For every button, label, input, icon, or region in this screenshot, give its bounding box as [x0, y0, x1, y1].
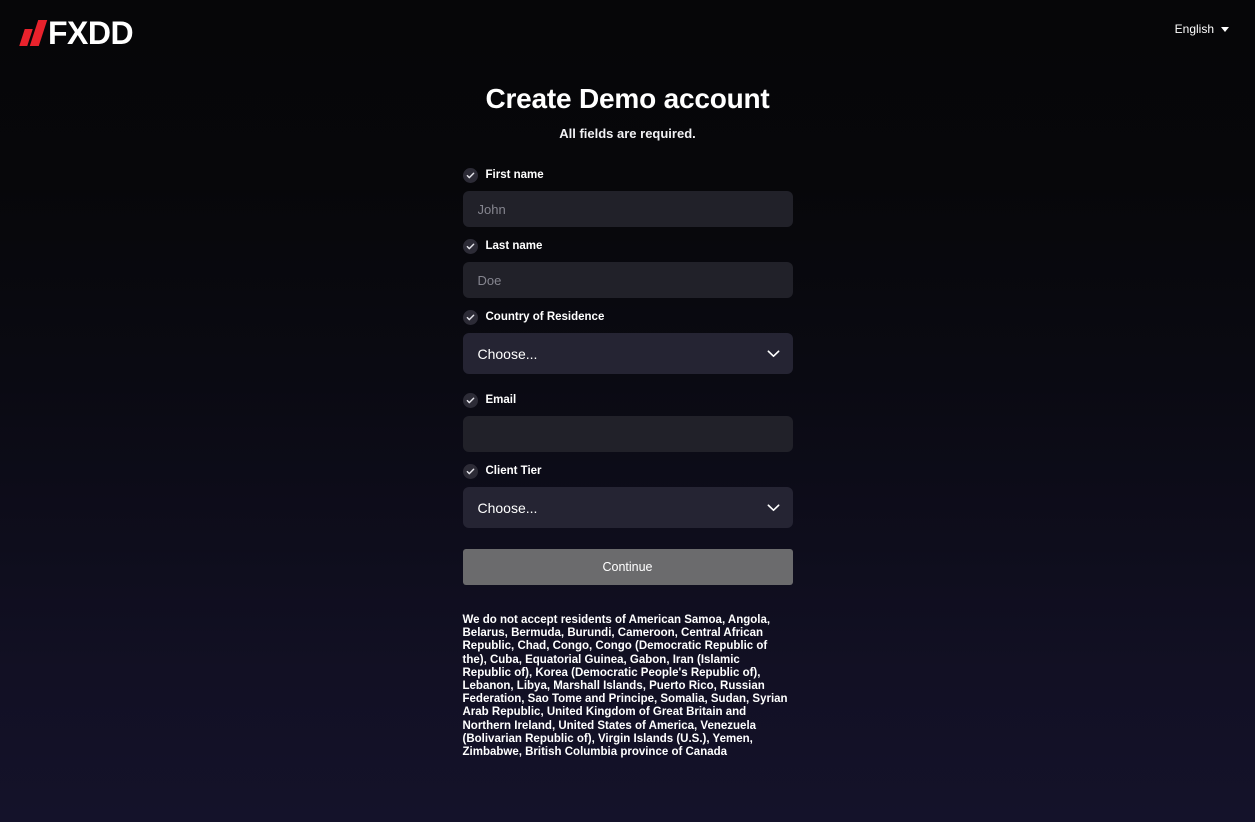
restricted-countries-disclaimer: We do not accept residents of American S…: [462, 614, 788, 759]
fxdd-logo-bars-icon: [19, 20, 48, 46]
field-label-row-client-tier: Client Tier: [462, 462, 793, 480]
country-select-value: Choose...: [477, 345, 538, 362]
field-label-row-country: Country of Residence: [462, 308, 793, 326]
language-selector[interactable]: English: [1171, 18, 1233, 40]
continue-button[interactable]: Continue: [462, 549, 793, 585]
check-circle-icon: [462, 392, 478, 408]
main-content: Create Demo account All fields are requi…: [0, 58, 1255, 759]
page-title: Create Demo account: [485, 83, 770, 114]
field-label-client-tier: Client Tier: [485, 465, 542, 477]
chevron-down-icon: [1221, 26, 1229, 32]
logo-wordmark: FXDD: [48, 15, 134, 51]
check-circle-icon: [462, 309, 478, 325]
client-tier-select[interactable]: Choose...: [462, 487, 793, 528]
check-circle-icon: [462, 167, 478, 183]
email-input[interactable]: [462, 416, 793, 452]
field-email: Email: [462, 391, 793, 452]
field-country-of-residence: Country of Residence Choose...: [462, 308, 793, 374]
client-tier-select-value: Choose...: [477, 499, 538, 516]
field-label-row-last-name: Last name: [462, 237, 793, 255]
field-last-name: Last name: [462, 237, 793, 298]
first-name-input[interactable]: [462, 191, 793, 227]
page-subtitle: All fields are required.: [559, 126, 696, 141]
field-label-first-name: First name: [485, 169, 544, 181]
page-header: FXDD English: [0, 0, 1255, 58]
logo-bar-large: [29, 20, 48, 46]
language-selector-label: English: [1174, 22, 1214, 36]
client-tier-select-wrapper: Choose...: [462, 487, 793, 528]
check-circle-icon: [462, 463, 478, 479]
check-circle-icon: [462, 238, 478, 254]
field-label-row-first-name: First name: [462, 166, 793, 184]
field-first-name: First name: [462, 166, 793, 227]
create-demo-account-form: First name Last name Country of Residenc…: [462, 166, 793, 759]
country-select-wrapper: Choose...: [462, 333, 793, 374]
country-of-residence-select[interactable]: Choose...: [462, 333, 793, 374]
field-client-tier: Client Tier Choose...: [462, 462, 793, 528]
field-label-last-name: Last name: [485, 240, 543, 252]
field-label-row-email: Email: [462, 391, 793, 409]
fxdd-logo[interactable]: FXDD: [19, 12, 134, 51]
last-name-input[interactable]: [462, 262, 793, 298]
field-label-country-of-residence: Country of Residence: [485, 311, 605, 323]
field-label-email: Email: [485, 394, 517, 406]
